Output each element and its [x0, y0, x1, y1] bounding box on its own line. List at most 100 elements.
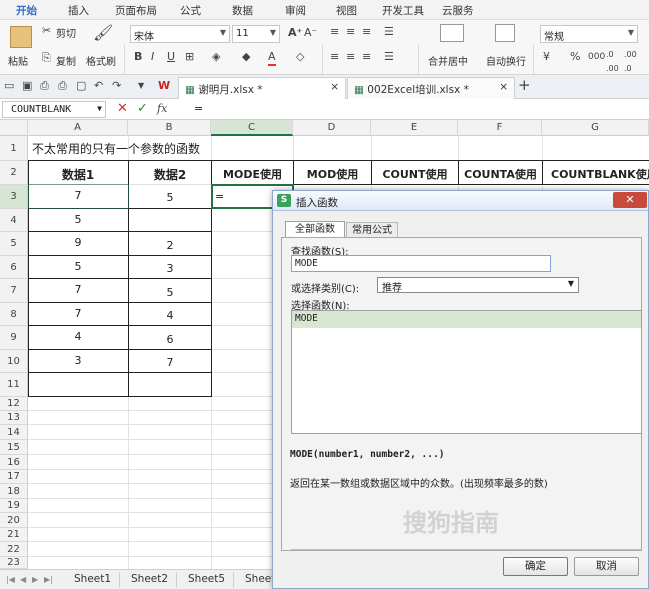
function-list[interactable]: MODE [291, 310, 642, 434]
row-5[interactable]: 5 [0, 232, 28, 256]
fill-color-icon[interactable]: ◈ [212, 50, 220, 64]
wrap-text-icon[interactable] [495, 24, 515, 42]
cell-b9[interactable]: 6 [129, 333, 211, 346]
cell-a8[interactable]: 7 [28, 307, 128, 320]
open-folder-icon[interactable]: ▭ [4, 79, 14, 93]
ok-button[interactable]: 确定 [503, 557, 568, 576]
prev-sheet-icon[interactable]: ◀ [20, 573, 26, 587]
cancel-button[interactable]: 取消 [574, 557, 639, 576]
row-18[interactable]: 18 [0, 484, 28, 499]
wps-logo-icon[interactable]: W [158, 79, 170, 93]
row-12[interactable]: 12 [0, 397, 28, 411]
export-icon[interactable]: ⎙ [40, 79, 49, 93]
shrink-font-icon[interactable]: A⁻ [304, 26, 317, 40]
increase-decimal-icon[interactable]: .0.00 [606, 48, 619, 76]
percent-icon[interactable]: % [570, 50, 580, 64]
align-top-icon[interactable]: ≡ [330, 25, 339, 39]
col-e[interactable]: E [371, 120, 458, 136]
font-name-select[interactable]: 宋体 ▼ [130, 25, 230, 43]
italic-icon[interactable]: I [151, 50, 154, 64]
confirm-icon[interactable]: ✓ [137, 102, 148, 116]
save-icon[interactable]: ▣ [22, 79, 32, 93]
menu-insert[interactable]: 插入 [68, 3, 89, 18]
row-15[interactable]: 15 [0, 440, 28, 455]
border-icon[interactable]: ⊞ [185, 50, 194, 64]
category-select[interactable]: 推荐 ▼ [377, 277, 579, 294]
format-painter-label[interactable]: 格式刷 [86, 53, 116, 68]
menu-view[interactable]: 视图 [336, 3, 357, 18]
last-sheet-icon[interactable]: ▶| [44, 573, 53, 587]
row-17[interactable]: 17 [0, 470, 28, 484]
close-icon[interactable]: × [499, 81, 508, 93]
cell-a4[interactable]: 5 [28, 213, 128, 226]
row-3[interactable]: 3 [0, 185, 28, 209]
menu-review[interactable]: 审阅 [285, 3, 306, 18]
row-21[interactable]: 21 [0, 528, 28, 542]
row-20[interactable]: 20 [0, 513, 28, 528]
merge-center-label[interactable]: 合并居中 [428, 53, 468, 68]
header-count[interactable]: COUNT使用 [372, 166, 458, 182]
cut-label[interactable]: 剪切 [56, 25, 76, 40]
col-c[interactable]: C [211, 120, 293, 136]
align-bottom-icon[interactable]: ≡ [362, 25, 371, 39]
paint-bucket-icon[interactable]: ◆ [242, 50, 250, 64]
row-8[interactable]: 8 [0, 303, 28, 326]
new-tab-icon[interactable]: + [518, 78, 531, 93]
font-size-select[interactable]: 11 ▼ [232, 25, 280, 43]
row-13[interactable]: 13 [0, 411, 28, 425]
header-mode[interactable]: MODE使用 [212, 166, 293, 182]
cell-b5[interactable]: 2 [129, 239, 211, 252]
indent-icon[interactable]: ☰ [384, 25, 394, 39]
close-icon[interactable]: ✕ [613, 192, 647, 208]
grow-font-icon[interactable]: A⁺ [288, 26, 302, 40]
col-g[interactable]: G [542, 120, 649, 136]
cell-b8[interactable]: 4 [129, 309, 211, 322]
col-d[interactable]: D [293, 120, 371, 136]
font-color-icon[interactable]: A [268, 50, 276, 66]
menu-formulas[interactable]: 公式 [180, 3, 201, 18]
paste-label[interactable]: 粘贴 [8, 53, 28, 68]
sheet-tab-1[interactable]: Sheet1 [66, 572, 121, 588]
justify-icon[interactable]: ☰ [384, 50, 394, 64]
align-left-icon[interactable]: ≡ [330, 50, 339, 64]
tab-all-functions[interactable]: 全部函数 [285, 221, 345, 238]
function-item-mode[interactable]: MODE [292, 311, 641, 328]
wrap-text-label[interactable]: 自动换行 [486, 53, 526, 68]
format-painter-icon[interactable]: 🖌 [93, 25, 113, 41]
cancel-icon[interactable]: ✕ [117, 102, 128, 116]
decrease-decimal-icon[interactable]: .00.0 [624, 48, 637, 76]
number-format-select[interactable]: 常规 ▼ [540, 25, 638, 43]
copy-icon[interactable]: ⎘ [42, 51, 51, 65]
col-f[interactable]: F [458, 120, 542, 136]
redo-icon[interactable]: ↷ [112, 79, 121, 93]
underline-icon[interactable]: U [167, 50, 175, 64]
dialog-title-bar[interactable]: S 插入函数 ✕ [273, 191, 648, 211]
scissors-icon[interactable]: ✂ [42, 24, 51, 38]
row-9[interactable]: 9 [0, 326, 28, 350]
row-11[interactable]: 11 [0, 373, 28, 397]
tab-file2[interactable]: ▦ 002Excel培训.xlsx * × [347, 77, 515, 99]
align-middle-icon[interactable]: ≡ [346, 25, 355, 39]
row-1[interactable]: 1 [0, 136, 28, 161]
menu-data[interactable]: 数据 [232, 3, 253, 18]
sheet-tab-2[interactable]: Sheet2 [123, 572, 178, 588]
currency-icon[interactable]: ¥ [543, 50, 550, 64]
row-19[interactable]: 19 [0, 499, 28, 513]
bold-icon[interactable]: B [134, 50, 142, 64]
preview-icon[interactable]: ▢ [76, 79, 86, 93]
fx-icon[interactable]: fx [157, 102, 167, 116]
row-10[interactable]: 10 [0, 350, 28, 373]
menu-developer[interactable]: 开发工具 [382, 3, 424, 18]
cell-a7[interactable]: 7 [28, 283, 128, 296]
header-data2[interactable]: 数据2 [129, 166, 211, 183]
cell-a5[interactable]: 9 [28, 236, 128, 249]
row-7[interactable]: 7 [0, 279, 28, 303]
row-23[interactable]: 23 [0, 557, 28, 569]
thousands-icon[interactable]: 000 [588, 50, 605, 64]
next-sheet-icon[interactable]: ▶ [32, 573, 38, 587]
close-icon[interactable]: × [330, 81, 339, 93]
sheet-title[interactable]: 不太常用的只有一个参数的函数 [32, 140, 200, 157]
search-input[interactable]: MODE [291, 255, 551, 272]
row-14[interactable]: 14 [0, 425, 28, 440]
cell-a10[interactable]: 3 [28, 354, 128, 367]
